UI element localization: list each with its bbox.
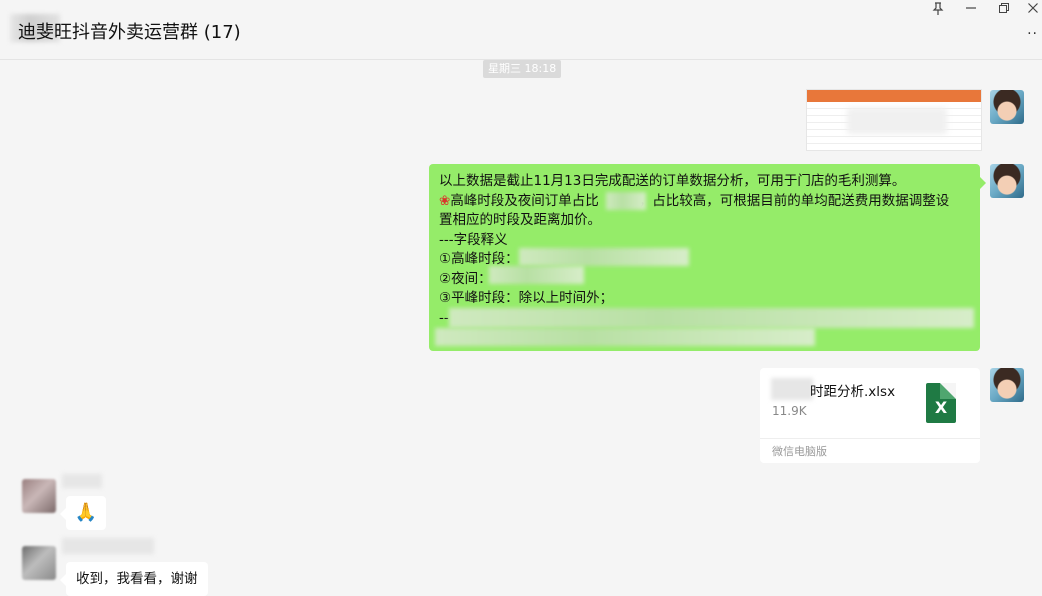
file-name: 时距分析.xlsx <box>810 384 896 400</box>
text-redaction <box>449 308 974 328</box>
sender-name-redaction <box>62 474 102 488</box>
message-line-3: 置相应的时段及距离加价。 <box>439 212 601 228</box>
spreadsheet-image-message[interactable] <box>806 89 982 151</box>
file-size: 11.9K <box>772 404 807 418</box>
message-line-1: 以上数据是截止11月13日完成配送的订单数据分析，可用于门店的毛利测算。 <box>439 173 906 189</box>
file-name-redaction <box>771 378 813 400</box>
text-redaction <box>435 328 815 346</box>
divider <box>760 438 980 439</box>
excel-file-icon: X <box>926 383 956 423</box>
text-redaction <box>489 266 584 284</box>
chat-header: 迪斐旺抖音外卖运营群 (17) ·· <box>0 0 1042 60</box>
received-text-message[interactable]: 收到，我看看，谢谢 <box>60 562 208 596</box>
avatar[interactable] <box>990 90 1024 124</box>
praying-hands-icon: 🙏 <box>74 502 98 523</box>
text-redaction <box>519 248 689 266</box>
sent-text-message[interactable]: 以上数据是截止11月13日完成配送的订单数据分析，可用于门店的毛利测算。 ❀高峰… <box>429 164 986 351</box>
avatar[interactable] <box>22 546 56 580</box>
chat-title[interactable]: 迪斐旺抖音外卖运营群 (17) <box>18 18 241 44</box>
pin-icon[interactable] <box>925 2 951 20</box>
file-message[interactable]: 时距分析.xlsx 11.9K X 微信电脑版 <box>760 368 980 463</box>
message-line-2a: 高峰时段及夜间订单占比 <box>450 192 599 209</box>
restore-icon[interactable] <box>991 2 1017 20</box>
more-options-button[interactable]: ·· <box>1027 26 1038 42</box>
close-icon[interactable] <box>1020 2 1042 20</box>
avatar[interactable] <box>990 368 1024 402</box>
thumb-redaction <box>847 108 947 134</box>
rose-icon: ❀ <box>439 192 451 209</box>
sender-name-redaction <box>62 538 154 554</box>
received-emoji-message[interactable]: 🙏 <box>60 496 106 530</box>
message-line-2b: ，占比较高，可根据目前的单均配送费用数据调整设 <box>638 192 950 209</box>
text-redaction <box>606 192 646 210</box>
message-timestamp: 星期三 18:18 <box>483 60 562 78</box>
message-line-7: ③平峰时段：除以上时间外； <box>439 290 614 306</box>
avatar[interactable] <box>22 479 56 513</box>
file-source-label: 微信电脑版 <box>772 445 827 458</box>
avatar[interactable] <box>990 164 1024 198</box>
minimize-icon[interactable] <box>958 2 984 20</box>
sheet-header-band <box>807 90 981 102</box>
